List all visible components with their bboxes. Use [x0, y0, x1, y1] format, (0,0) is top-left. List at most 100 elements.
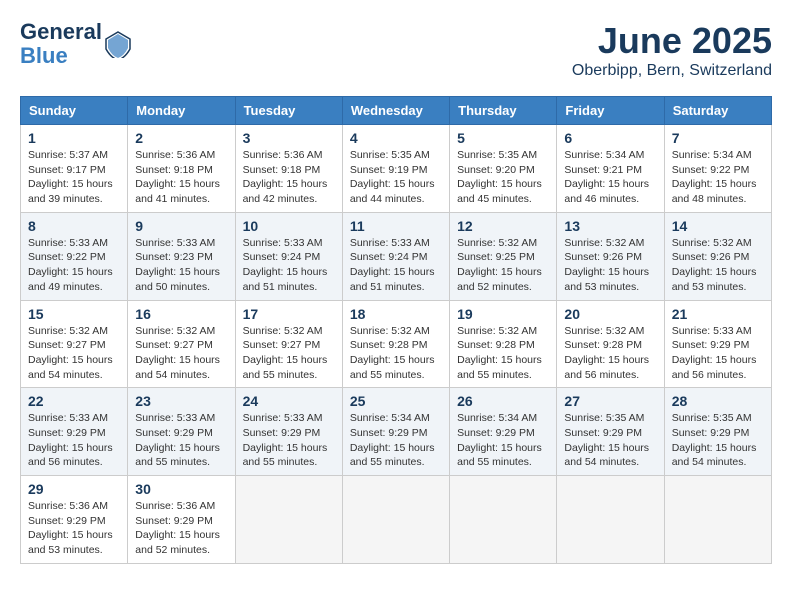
- day-number: 1: [28, 130, 120, 146]
- day-info: Sunrise: 5:32 AMSunset: 9:28 PMDaylight:…: [564, 324, 656, 383]
- calendar-cell: 5 Sunrise: 5:35 AMSunset: 9:20 PMDaylight…: [450, 125, 557, 213]
- day-number: 21: [672, 306, 764, 322]
- day-number: 14: [672, 218, 764, 234]
- title-block: June 2025 Oberbipp, Bern, Switzerland: [572, 20, 772, 80]
- calendar-cell: [342, 476, 449, 564]
- calendar-cell: 28 Sunrise: 5:35 AMSunset: 9:29 PMDayligh…: [664, 388, 771, 476]
- calendar-week-row: 1Sunrise: 5:37 AMSunset: 9:17 PMDaylight…: [21, 125, 772, 213]
- calendar-cell: 27 Sunrise: 5:35 AMSunset: 9:29 PMDayligh…: [557, 388, 664, 476]
- logo-text: GeneralBlue: [20, 20, 102, 68]
- day-info: Sunrise: 5:33 AMSunset: 9:29 PMDaylight:…: [28, 411, 120, 470]
- calendar-week-row: 15 Sunrise: 5:32 AMSunset: 9:27 PMDayligh…: [21, 300, 772, 388]
- day-number: 8: [28, 218, 120, 234]
- day-number: 18: [350, 306, 442, 322]
- day-info: Sunrise: 5:32 AMSunset: 9:27 PMDaylight:…: [135, 324, 227, 383]
- day-number: 24: [243, 393, 335, 409]
- calendar-cell: 24 Sunrise: 5:33 AMSunset: 9:29 PMDayligh…: [235, 388, 342, 476]
- calendar-cell: 16Sunrise: 5:32 AMSunset: 9:27 PMDayligh…: [128, 300, 235, 388]
- day-info: Sunrise: 5:36 AMSunset: 9:18 PMDaylight:…: [135, 148, 227, 207]
- day-info: Sunrise: 5:34 AMSunset: 9:22 PMDaylight:…: [672, 148, 764, 207]
- day-info: Sunrise: 5:32 AMSunset: 9:25 PMDaylight:…: [457, 236, 549, 295]
- day-number: 2: [135, 130, 227, 146]
- logo: GeneralBlue: [20, 20, 132, 68]
- calendar-cell: 19 Sunrise: 5:32 AMSunset: 9:28 PMDayligh…: [450, 300, 557, 388]
- calendar-cell: 1Sunrise: 5:37 AMSunset: 9:17 PMDaylight…: [21, 125, 128, 213]
- day-info: Sunrise: 5:32 AMSunset: 9:26 PMDaylight:…: [672, 236, 764, 295]
- calendar-cell: 29Sunrise: 5:36 AMSunset: 9:29 PMDayligh…: [21, 476, 128, 564]
- header-saturday: Saturday: [664, 97, 771, 125]
- day-info: Sunrise: 5:34 AMSunset: 9:21 PMDaylight:…: [564, 148, 656, 207]
- day-info: Sunrise: 5:32 AMSunset: 9:28 PMDaylight:…: [457, 324, 549, 383]
- day-info: Sunrise: 5:35 AMSunset: 9:29 PMDaylight:…: [564, 411, 656, 470]
- calendar-cell: 6Sunrise: 5:34 AMSunset: 9:21 PMDaylight…: [557, 125, 664, 213]
- day-number: 15: [28, 306, 120, 322]
- calendar-cell: [235, 476, 342, 564]
- header-thursday: Thursday: [450, 97, 557, 125]
- day-info: Sunrise: 5:33 AMSunset: 9:29 PMDaylight:…: [135, 411, 227, 470]
- calendar-cell: [450, 476, 557, 564]
- calendar-cell: 17Sunrise: 5:32 AMSunset: 9:27 PMDayligh…: [235, 300, 342, 388]
- calendar-cell: 15 Sunrise: 5:32 AMSunset: 9:27 PMDayligh…: [21, 300, 128, 388]
- day-number: 3: [243, 130, 335, 146]
- header-row: Sunday Monday Tuesday Wednesday Thursday…: [21, 97, 772, 125]
- day-info: Sunrise: 5:32 AMSunset: 9:26 PMDaylight:…: [564, 236, 656, 295]
- day-number: 5: [457, 130, 549, 146]
- logo-icon: [104, 30, 132, 58]
- day-number: 12: [457, 218, 549, 234]
- calendar-cell: 30Sunrise: 5:36 AMSunset: 9:29 PMDayligh…: [128, 476, 235, 564]
- calendar-cell: 18 Sunrise: 5:32 AMSunset: 9:28 PMDayligh…: [342, 300, 449, 388]
- calendar-cell: 8Sunrise: 5:33 AMSunset: 9:22 PMDaylight…: [21, 212, 128, 300]
- day-info: Sunrise: 5:33 AMSunset: 9:29 PMDaylight:…: [672, 324, 764, 383]
- day-number: 25: [350, 393, 442, 409]
- day-number: 23: [135, 393, 227, 409]
- day-info: Sunrise: 5:33 AMSunset: 9:24 PMDaylight:…: [350, 236, 442, 295]
- day-info: Sunrise: 5:32 AMSunset: 9:27 PMDaylight:…: [28, 324, 120, 383]
- day-info: Sunrise: 5:33 AMSunset: 9:24 PMDaylight:…: [243, 236, 335, 295]
- day-info: Sunrise: 5:34 AMSunset: 9:29 PMDaylight:…: [457, 411, 549, 470]
- day-number: 27: [564, 393, 656, 409]
- calendar-cell: 25 Sunrise: 5:34 AMSunset: 9:29 PMDayligh…: [342, 388, 449, 476]
- calendar-cell: 20 Sunrise: 5:32 AMSunset: 9:28 PMDayligh…: [557, 300, 664, 388]
- day-number: 11: [350, 218, 442, 234]
- day-info: Sunrise: 5:35 AMSunset: 9:19 PMDaylight:…: [350, 148, 442, 207]
- calendar-cell: 23 Sunrise: 5:33 AMSunset: 9:29 PMDayligh…: [128, 388, 235, 476]
- calendar-week-row: 8Sunrise: 5:33 AMSunset: 9:22 PMDaylight…: [21, 212, 772, 300]
- calendar-cell: 12 Sunrise: 5:32 AMSunset: 9:25 PMDayligh…: [450, 212, 557, 300]
- calendar-cell: 26 Sunrise: 5:34 AMSunset: 9:29 PMDayligh…: [450, 388, 557, 476]
- day-number: 22: [28, 393, 120, 409]
- calendar-cell: 13 Sunrise: 5:32 AMSunset: 9:26 PMDayligh…: [557, 212, 664, 300]
- calendar-cell: 21 Sunrise: 5:33 AMSunset: 9:29 PMDayligh…: [664, 300, 771, 388]
- day-info: Sunrise: 5:36 AMSunset: 9:18 PMDaylight:…: [243, 148, 335, 207]
- day-number: 26: [457, 393, 549, 409]
- calendar-cell: 11 Sunrise: 5:33 AMSunset: 9:24 PMDayligh…: [342, 212, 449, 300]
- calendar-cell: 3 Sunrise: 5:36 AMSunset: 9:18 PMDaylight…: [235, 125, 342, 213]
- calendar-cell: 4 Sunrise: 5:35 AMSunset: 9:19 PMDaylight…: [342, 125, 449, 213]
- day-info: Sunrise: 5:35 AMSunset: 9:20 PMDaylight:…: [457, 148, 549, 207]
- page-title: June 2025: [572, 20, 772, 62]
- day-number: 28: [672, 393, 764, 409]
- day-number: 4: [350, 130, 442, 146]
- day-number: 30: [135, 481, 227, 497]
- calendar-week-row: 22 Sunrise: 5:33 AMSunset: 9:29 PMDayligh…: [21, 388, 772, 476]
- day-info: Sunrise: 5:35 AMSunset: 9:29 PMDaylight:…: [672, 411, 764, 470]
- day-number: 9: [135, 218, 227, 234]
- day-number: 19: [457, 306, 549, 322]
- day-number: 13: [564, 218, 656, 234]
- header-wednesday: Wednesday: [342, 97, 449, 125]
- header-sunday: Sunday: [21, 97, 128, 125]
- day-info: Sunrise: 5:33 AMSunset: 9:29 PMDaylight:…: [243, 411, 335, 470]
- day-info: Sunrise: 5:34 AMSunset: 9:29 PMDaylight:…: [350, 411, 442, 470]
- calendar-body: 1Sunrise: 5:37 AMSunset: 9:17 PMDaylight…: [21, 125, 772, 564]
- day-info: Sunrise: 5:32 AMSunset: 9:27 PMDaylight:…: [243, 324, 335, 383]
- day-number: 20: [564, 306, 656, 322]
- day-number: 29: [28, 481, 120, 497]
- header-monday: Monday: [128, 97, 235, 125]
- day-info: Sunrise: 5:33 AMSunset: 9:23 PMDaylight:…: [135, 236, 227, 295]
- calendar-cell: [557, 476, 664, 564]
- page-header: GeneralBlue June 2025 Oberbipp, Bern, Sw…: [20, 20, 772, 80]
- header-friday: Friday: [557, 97, 664, 125]
- day-number: 7: [672, 130, 764, 146]
- day-info: Sunrise: 5:32 AMSunset: 9:28 PMDaylight:…: [350, 324, 442, 383]
- day-number: 10: [243, 218, 335, 234]
- calendar-cell: 22 Sunrise: 5:33 AMSunset: 9:29 PMDayligh…: [21, 388, 128, 476]
